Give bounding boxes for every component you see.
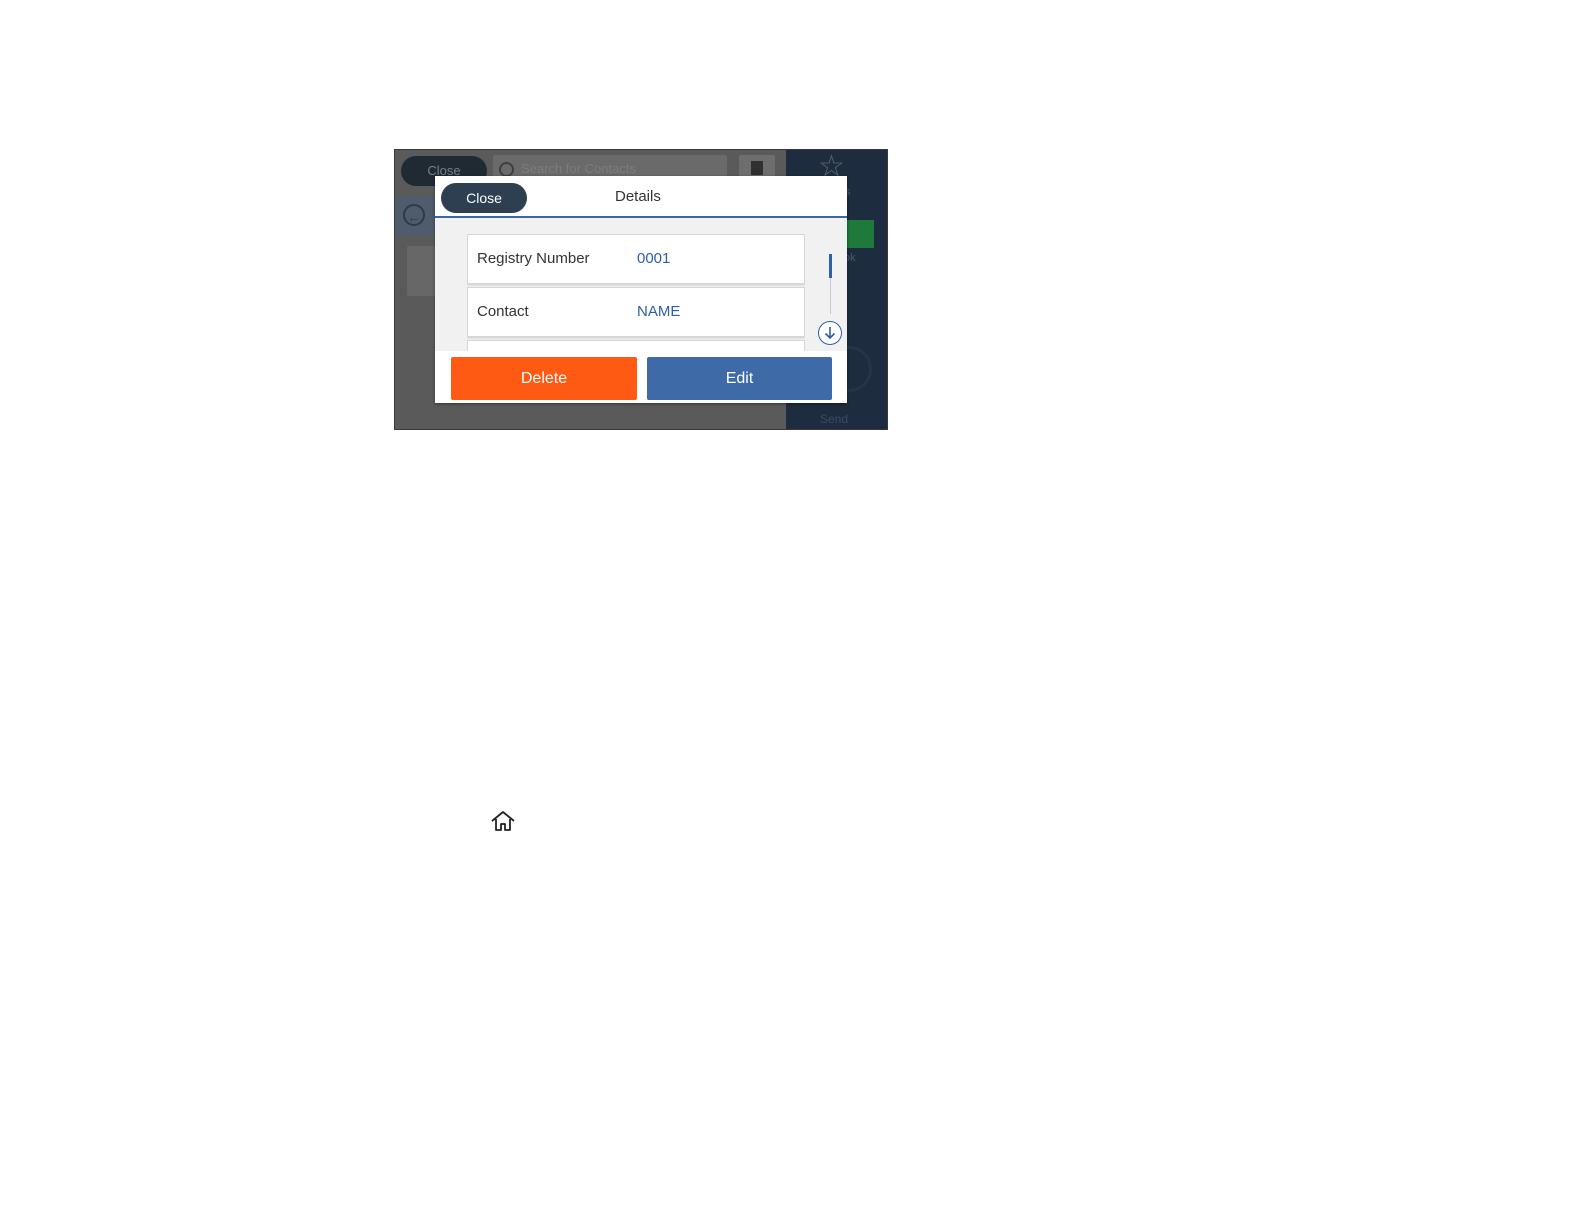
printer-screen: Close Search for Contacts ← ☆ ts ok Send… (394, 149, 888, 430)
item-label: Registry Number (477, 250, 590, 267)
list-item-contact[interactable]: Contact NAME (467, 287, 805, 337)
scroll-down-icon (824, 327, 836, 340)
item-label: Contact (477, 303, 529, 320)
background-send-label: Send (820, 412, 849, 426)
details-list: Registry Number 0001 Contact NAME (467, 234, 805, 352)
close-button[interactable]: Close (441, 183, 527, 213)
back-arrow-icon: ← (403, 204, 425, 226)
item-value: NAME (637, 303, 681, 320)
dialog-footer: Delete Edit (435, 351, 847, 403)
delete-button[interactable]: Delete (451, 357, 637, 400)
dialog-header: Close Details (435, 176, 847, 218)
edit-button[interactable]: Edit (647, 357, 832, 400)
home-icon (491, 811, 515, 831)
search-icon (499, 162, 514, 177)
details-dialog: Close Details Registry Number 0001 Conta… (435, 176, 847, 403)
item-value: 0001 (637, 250, 671, 267)
list-item-registry-number[interactable]: Registry Number 0001 (467, 234, 805, 284)
background-search-placeholder: Search for Contacts (521, 161, 636, 176)
scrollbar-thumb[interactable] (829, 254, 832, 278)
scroll-down-button[interactable] (818, 321, 842, 345)
dialog-title: Details (615, 188, 661, 205)
